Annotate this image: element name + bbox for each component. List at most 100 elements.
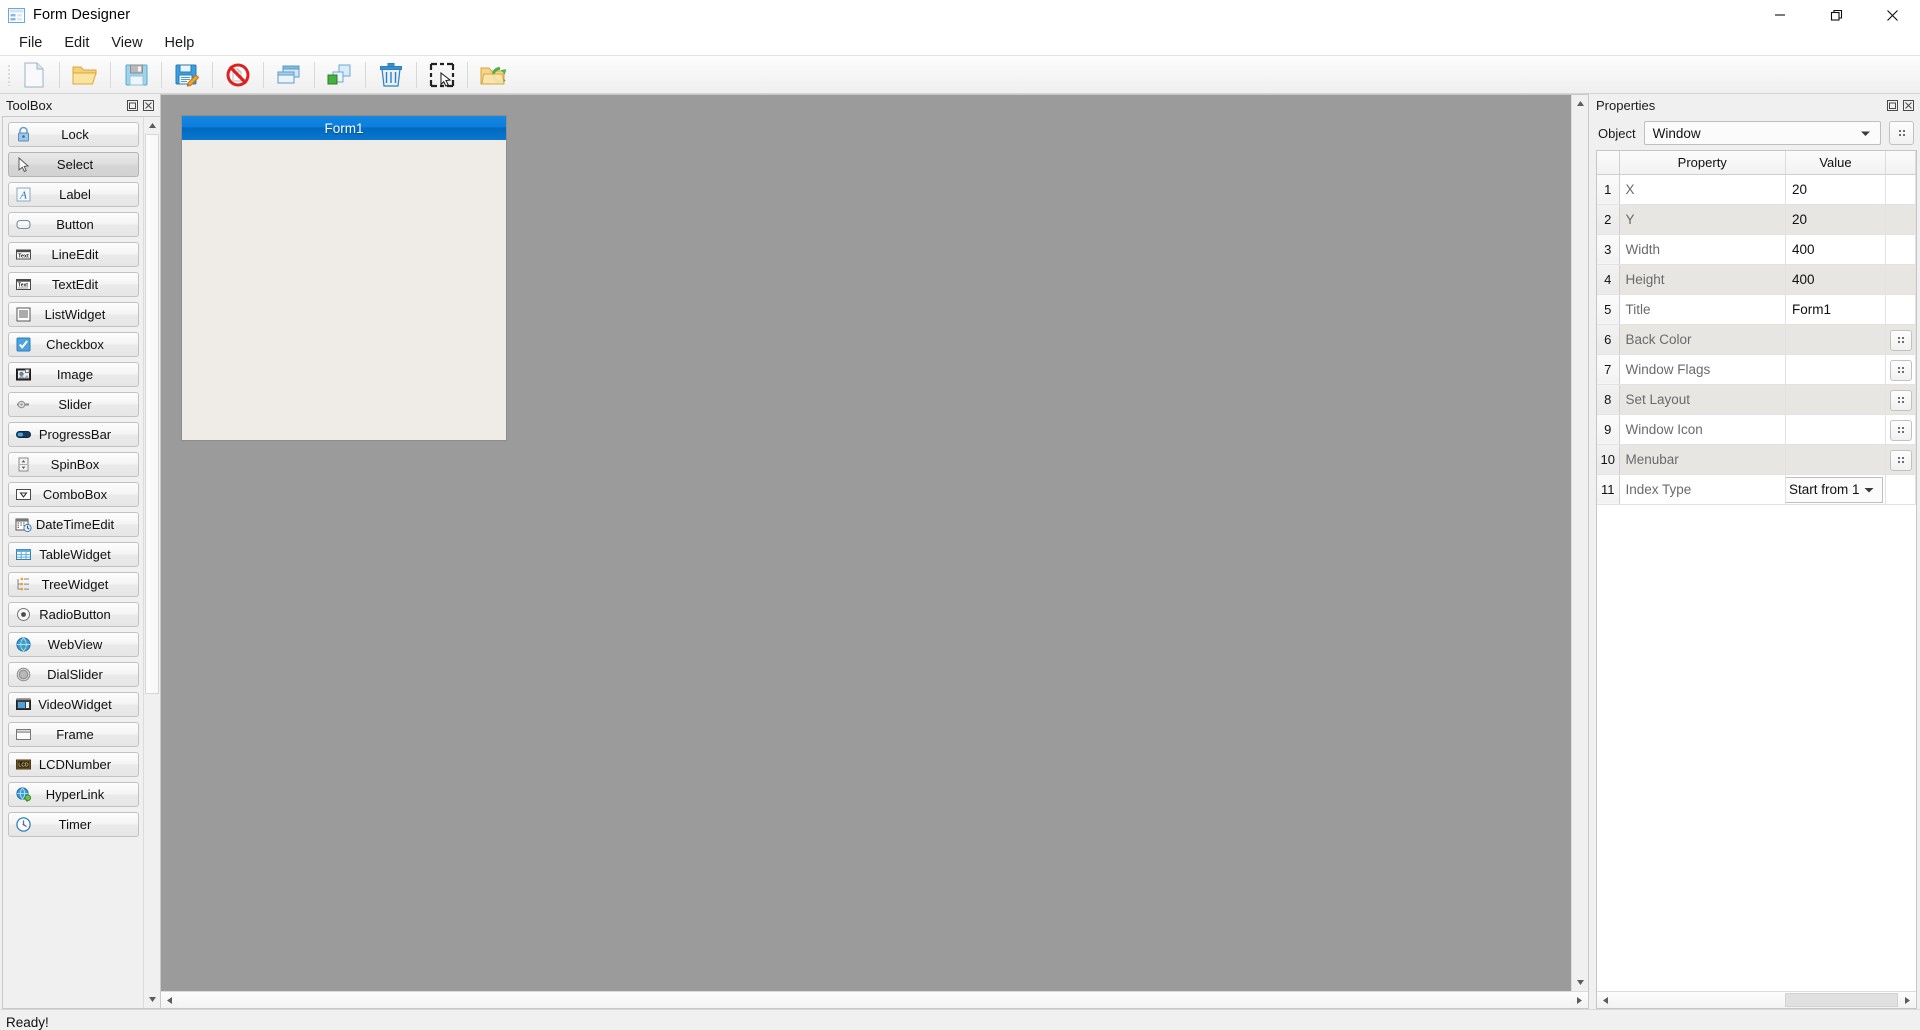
object-picker-button[interactable] xyxy=(1889,121,1914,145)
scroll-left-arrow[interactable] xyxy=(161,992,178,1008)
menu-file[interactable]: File xyxy=(8,32,53,54)
toolbox-item-frame[interactable]: Frame xyxy=(8,722,139,747)
property-row[interactable]: 6 Back Color xyxy=(1597,324,1916,355)
design-canvas[interactable]: Form1 xyxy=(161,95,1571,991)
property-value[interactable] xyxy=(1785,384,1886,415)
float-icon[interactable] xyxy=(126,99,139,112)
toolbox-item-webview[interactable]: WebView xyxy=(8,632,139,657)
property-row[interactable]: 9 Window Icon xyxy=(1597,414,1916,445)
maximize-button[interactable] xyxy=(1808,0,1864,30)
save-as-icon[interactable] xyxy=(168,58,206,92)
toolbox-item-hyperlink[interactable]: HyperLink xyxy=(8,782,139,807)
property-dots-button[interactable] xyxy=(1889,389,1912,411)
scroll-right-arrow[interactable] xyxy=(1571,992,1588,1008)
toolbox-item-select[interactable]: Select xyxy=(8,152,139,177)
close-icon[interactable] xyxy=(1902,99,1915,112)
property-row[interactable]: 8 Set Layout xyxy=(1597,384,1916,415)
toolbox-item-radiobutton[interactable]: RadioButton xyxy=(8,602,139,627)
scroll-up-arrow[interactable] xyxy=(144,117,160,134)
new-file-icon[interactable] xyxy=(15,58,53,92)
scroll-up-arrow[interactable] xyxy=(1572,95,1588,112)
toolbox-item-combobox[interactable]: ComboBox xyxy=(8,482,139,507)
minimize-button[interactable] xyxy=(1752,0,1808,30)
form-title-text: Form1 xyxy=(324,120,364,136)
property-value[interactable]: 400 xyxy=(1785,264,1886,295)
toolbox-item-datetimeedit[interactable]: DateTimeEdit xyxy=(8,512,139,537)
toolbox-item-textedit[interactable]: Text TextEdit xyxy=(8,272,139,297)
form-body[interactable] xyxy=(182,140,506,440)
trash-icon[interactable] xyxy=(372,58,410,92)
property-dots-button[interactable] xyxy=(1889,359,1912,381)
properties-horizontal-scrollbar[interactable] xyxy=(1597,991,1916,1008)
form-widget[interactable]: Form1 xyxy=(181,115,507,441)
save-icon[interactable] xyxy=(117,58,155,92)
property-row[interactable]: 10 Menubar xyxy=(1597,444,1916,475)
open-folder-icon[interactable] xyxy=(66,58,104,92)
scroll-right-arrow[interactable] xyxy=(1899,992,1916,1008)
property-value[interactable] xyxy=(1785,414,1886,445)
object-combobox[interactable]: Window xyxy=(1643,121,1881,145)
property-row[interactable]: 3 Width 400 xyxy=(1597,234,1916,265)
property-row[interactable]: 5 Title Form1 xyxy=(1597,294,1916,325)
canvas-horizontal-scrollbar[interactable] xyxy=(161,991,1588,1008)
toolbox-item-checkbox[interactable]: Checkbox xyxy=(8,332,139,357)
canvas-vertical-scrollbar[interactable] xyxy=(1571,95,1588,991)
toolbox-item-spinbox[interactable]: SpinBox xyxy=(8,452,139,477)
close-button[interactable] xyxy=(1864,0,1920,30)
form-titlebar[interactable]: Form1 xyxy=(182,116,506,140)
toolbox-vertical-scrollbar[interactable] xyxy=(143,117,160,1008)
scroll-thumb[interactable] xyxy=(1785,993,1898,1007)
scroll-track[interactable] xyxy=(1614,992,1899,1008)
property-value[interactable]: 20 xyxy=(1785,204,1886,235)
toolbox-item-videowidget[interactable]: VideoWidget xyxy=(8,692,139,717)
toolbar-grip[interactable] xyxy=(4,62,14,88)
close-icon[interactable] xyxy=(142,99,155,112)
property-combobox[interactable]: Start from 1 xyxy=(1785,476,1883,503)
scroll-thumb[interactable] xyxy=(145,134,159,694)
toolbox-item-lcdnumber[interactable]: LCD LCDNumber xyxy=(8,752,139,777)
property-value[interactable]: 20 xyxy=(1785,174,1886,205)
property-dots-button[interactable] xyxy=(1889,419,1912,441)
float-icon[interactable] xyxy=(1886,99,1899,112)
menu-help[interactable]: Help xyxy=(154,32,206,54)
property-dots-button[interactable] xyxy=(1889,449,1912,471)
scroll-track[interactable] xyxy=(1572,112,1588,974)
refresh-folder-icon[interactable] xyxy=(474,58,512,92)
property-dots-button[interactable] xyxy=(1889,329,1912,351)
toolbox-item-timer[interactable]: Timer xyxy=(8,812,139,837)
scroll-down-arrow[interactable] xyxy=(144,991,160,1008)
toolbox-item-treewidget[interactable]: TreeWidget xyxy=(8,572,139,597)
toolbox-item-slider[interactable]: Slider xyxy=(8,392,139,417)
menu-edit[interactable]: Edit xyxy=(53,32,100,54)
property-value[interactable] xyxy=(1785,444,1886,475)
toolbox-item-button[interactable]: Button xyxy=(8,212,139,237)
property-row[interactable]: 7 Window Flags xyxy=(1597,354,1916,385)
toolbox-item-label[interactable]: A Label xyxy=(8,182,139,207)
property-row[interactable]: 1 X 20 xyxy=(1597,174,1916,205)
toolbox-item-lock[interactable]: Lock xyxy=(8,122,139,147)
menu-view[interactable]: View xyxy=(100,32,153,54)
scroll-down-arrow[interactable] xyxy=(1572,974,1588,991)
toolbox-item-image[interactable]: Image xyxy=(8,362,139,387)
property-row[interactable]: 4 Height 400 xyxy=(1597,264,1916,295)
property-value[interactable]: 400 xyxy=(1785,234,1886,265)
property-row[interactable]: 11 Index Type Start from 1 xyxy=(1597,474,1916,505)
property-value[interactable] xyxy=(1785,354,1886,385)
property-value[interactable]: Form1 xyxy=(1785,294,1886,325)
scroll-track[interactable] xyxy=(144,134,160,991)
property-value[interactable] xyxy=(1785,324,1886,355)
toolbox-item-progressbar[interactable]: ProgressBar xyxy=(8,422,139,447)
toolbox-item-dialslider[interactable]: DialSlider xyxy=(8,662,139,687)
editor-column-header xyxy=(1885,151,1916,175)
button-icon xyxy=(14,216,32,234)
copy-windows-icon[interactable] xyxy=(270,58,308,92)
add-widget-icon[interactable] xyxy=(321,58,359,92)
scroll-left-arrow[interactable] xyxy=(1597,992,1614,1008)
scroll-track[interactable] xyxy=(178,992,1571,1008)
toolbox-item-lineedit[interactable]: Text LineEdit xyxy=(8,242,139,267)
property-row[interactable]: 2 Y 20 xyxy=(1597,204,1916,235)
no-entry-icon[interactable] xyxy=(219,58,257,92)
select-area-icon[interactable] xyxy=(423,58,461,92)
toolbox-item-tablewidget[interactable]: TableWidget xyxy=(8,542,139,567)
toolbox-item-listwidget[interactable]: ListWidget xyxy=(8,302,139,327)
